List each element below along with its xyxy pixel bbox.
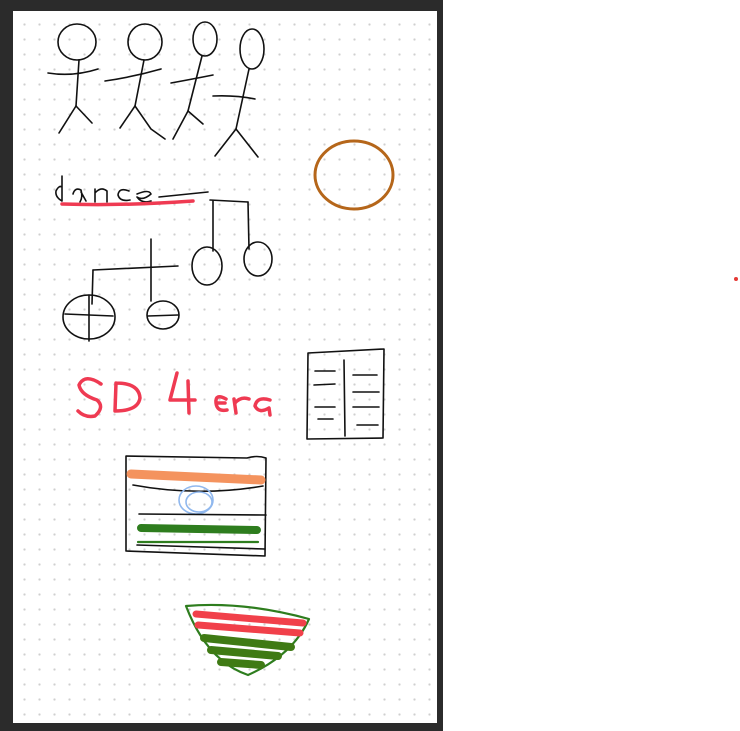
cookie-sketch (313, 139, 395, 211)
dance-word-sketch (55, 175, 209, 207)
laser-pointer-dot (734, 277, 738, 281)
stick-figures-sketch (47, 21, 265, 158)
app-frame (0, 0, 443, 731)
notebook-sketch (306, 348, 385, 440)
sketch-layer (47, 21, 395, 677)
music-notes-sketch (62, 199, 273, 342)
sd-4-ever-sketch (76, 371, 272, 419)
watermelon-bowl-sketch (184, 603, 311, 677)
india-flag-sketch (125, 455, 267, 557)
drawing-canvas[interactable] (13, 11, 437, 723)
